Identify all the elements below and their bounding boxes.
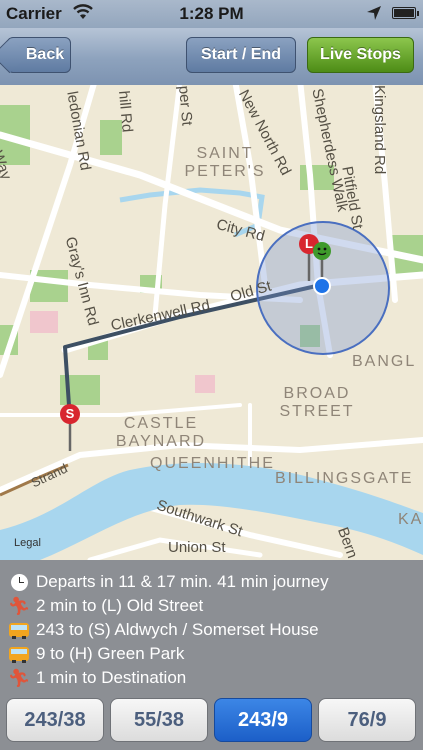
street-label: Kingsland Rd <box>371 85 388 175</box>
journey-row-text: 2 min to (L) Old Street <box>36 596 204 615</box>
street-label: per St <box>175 85 196 127</box>
walking-icon: 🏃︎ <box>7 668 31 688</box>
battery-icon <box>392 7 419 19</box>
route-option-tab[interactable]: 76/9 <box>318 698 416 742</box>
route-options-bar: 243/38 55/38 243/9 76/9 <box>0 690 423 750</box>
route-option-tab[interactable]: 243/38 <box>6 698 104 742</box>
journey-row-text: Departs in 11 & 17 min. 41 min journey <box>36 572 329 591</box>
area-label: CASTLE BAYNARD <box>115 415 207 450</box>
area-label: SAINT PETER'S <box>184 145 266 180</box>
map-legal-link[interactable]: Legal <box>14 537 41 549</box>
route-option-tab-selected[interactable]: 243/9 <box>214 698 312 742</box>
journey-row: 🏃︎ 2 min to (L) Old Street <box>7 594 204 618</box>
start-end-button[interactable]: Start / End <box>186 37 296 73</box>
area-label: BROAD STREET <box>279 385 355 420</box>
live-stops-button[interactable]: Live Stops <box>307 37 414 73</box>
clock-icon <box>8 572 30 592</box>
journey-row: 243 to (S) Aldwych / Somerset House <box>8 618 319 642</box>
journey-row: 🏃︎ 1 min to Destination <box>7 666 187 690</box>
current-location-icon <box>313 277 331 295</box>
bus-icon <box>8 644 30 664</box>
back-button-label: Back <box>25 46 65 63</box>
area-label: BANGL <box>352 353 417 370</box>
bus-icon <box>8 620 30 640</box>
start-marker-letter: S <box>65 406 75 421</box>
area-label: BILLINGSGATE <box>275 470 414 487</box>
route-option-tab[interactable]: 55/38 <box>110 698 208 742</box>
journey-details: Departs in 11 & 17 min. 41 min journey 🏃… <box>0 560 423 690</box>
status-bar: Carrier 1:28 PM <box>0 0 423 28</box>
journey-row-text: 1 min to Destination <box>36 668 187 687</box>
journey-row: Departs in 11 & 17 min. 41 min journey <box>8 570 329 594</box>
start-marker-pin[interactable]: S <box>59 403 81 453</box>
clock-time: 1:28 PM <box>179 4 244 23</box>
map-view[interactable]: S L ork Way ledonian Rd hill Rd per St N… <box>0 85 423 560</box>
journey-row-text: 243 to (S) Aldwych / Somerset House <box>36 620 319 639</box>
area-label: KA <box>398 511 423 528</box>
back-button[interactable]: Back <box>0 37 71 74</box>
street-label: hill Rd <box>115 90 136 134</box>
journey-row-text: 9 to (H) Green Park <box>36 644 185 663</box>
location-arrow-icon <box>366 5 382 26</box>
area-label: QUEENHITHE <box>150 455 275 472</box>
walking-icon: 🏃︎ <box>7 596 31 616</box>
navigation-bar: Back Start / End Live Stops <box>0 28 423 86</box>
street-label: Union St <box>168 539 226 556</box>
journey-row: 9 to (H) Green Park <box>8 642 184 666</box>
